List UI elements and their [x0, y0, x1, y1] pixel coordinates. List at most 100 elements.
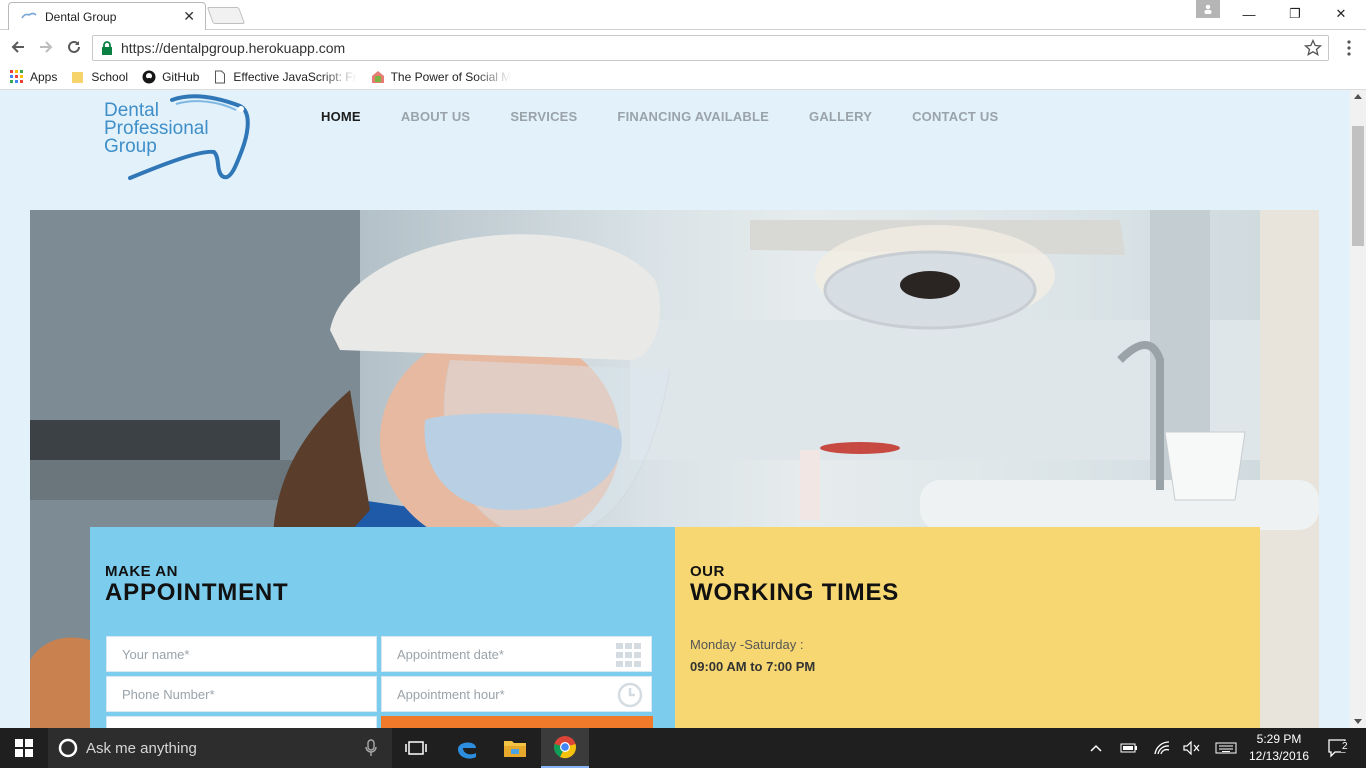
- web-page: Dental Professional Group HOME ABOUT US …: [0, 90, 1350, 728]
- restore-button[interactable]: ❐: [1272, 0, 1318, 28]
- bookmark-power-of-social[interactable]: The Power of Social M: [371, 69, 512, 84]
- file-explorer-taskbar-button[interactable]: [492, 728, 538, 768]
- chevron-up-icon: [1090, 744, 1102, 752]
- bookmark-label: Apps: [30, 69, 58, 84]
- windows-logo-icon: [15, 739, 33, 757]
- action-center-button[interactable]: 2: [1318, 728, 1358, 768]
- date-input[interactable]: [397, 646, 617, 662]
- lock-icon: [102, 41, 112, 55]
- bookmark-label: The Power of Social M: [390, 69, 512, 84]
- notification-count: 2: [1341, 741, 1349, 752]
- chrome-taskbar-button[interactable]: [541, 728, 589, 768]
- nav-services[interactable]: SERVICES: [510, 109, 577, 124]
- url-text: https://dentalpgroup.herokuapp.com: [121, 40, 346, 56]
- cortana-search-box[interactable]: Ask me anything: [48, 728, 392, 768]
- clock-date: 12/13/2016: [1248, 749, 1310, 763]
- search-placeholder: Ask me anything: [86, 739, 197, 757]
- start-button[interactable]: [0, 728, 48, 768]
- logo-line-3: Group: [104, 136, 157, 157]
- windows-taskbar: Ask me anything 5:29 PM 12/13/2016 2: [0, 728, 1366, 768]
- tab-title: Dental Group: [45, 9, 117, 24]
- tooth-favicon-icon: [21, 12, 37, 18]
- browser-tab[interactable]: Dental Group ✕: [8, 2, 206, 30]
- system-clock[interactable]: 5:29 PM 12/13/2016: [1244, 731, 1314, 765]
- reload-icon: [68, 40, 80, 53]
- phone-field[interactable]: [106, 676, 377, 712]
- hours-time: 09:00 AM to 7:00 PM: [690, 659, 816, 674]
- appointment-heading-large: APPOINTMENT: [105, 579, 289, 606]
- bookmark-star-icon[interactable]: [1304, 39, 1322, 57]
- working-times-panel: OUR WORKING TIMES Monday -Saturday : 09:…: [675, 527, 1260, 728]
- page-scrollbar[interactable]: [1350, 90, 1366, 728]
- logo-wordmark: Dental Professional Group: [104, 101, 209, 157]
- reload-button[interactable]: [63, 36, 85, 58]
- github-icon: [142, 70, 156, 83]
- close-window-button[interactable]: ✕: [1318, 0, 1364, 28]
- hours-days: Monday -Saturday :: [690, 637, 804, 652]
- bookmark-apps[interactable]: Apps: [10, 69, 58, 84]
- apps-grid-icon: [10, 69, 23, 83]
- task-view-button[interactable]: [396, 728, 436, 768]
- keyboard-tray-button[interactable]: [1212, 728, 1240, 768]
- volume-tray-button[interactable]: [1180, 728, 1204, 768]
- nav-home[interactable]: HOME: [321, 109, 361, 124]
- nav-gallery[interactable]: GALLERY: [809, 109, 872, 124]
- bookmark-school[interactable]: School: [71, 70, 128, 84]
- date-field[interactable]: [381, 636, 652, 672]
- site-logo[interactable]: Dental Professional Group: [104, 94, 254, 182]
- main-navigation: HOME ABOUT US SERVICES FINANCING AVAILAB…: [321, 109, 1038, 124]
- folder-icon: [72, 71, 84, 83]
- wifi-tray-button[interactable]: [1150, 728, 1174, 768]
- clock-icon[interactable]: [617, 682, 643, 708]
- tab-close-icon[interactable]: ✕: [183, 8, 195, 25]
- bookmark-label: Effective JavaScript: Fr: [233, 69, 357, 84]
- browser-menu-icon[interactable]: [1342, 38, 1356, 58]
- bookmarks-bar: Apps School GitHub Effective JavaScript:…: [0, 64, 1366, 90]
- social-icon: [371, 70, 384, 83]
- cortana-circle-icon: [58, 738, 78, 758]
- name-input[interactable]: [122, 646, 342, 662]
- profile-button[interactable]: [1196, 0, 1220, 18]
- hours-heading-small: OUR: [690, 563, 725, 580]
- chrome-icon: [554, 736, 576, 759]
- nav-financing-available[interactable]: FINANCING AVAILABLE: [617, 109, 769, 124]
- forward-button[interactable]: [35, 36, 57, 58]
- bookmark-effective-javascript[interactable]: Effective JavaScript: Fr: [213, 69, 357, 84]
- battery-icon: [1120, 743, 1137, 753]
- browser-titlebar: Dental Group ✕ — ❐ ✕: [0, 0, 1366, 30]
- message-field[interactable]: [106, 716, 377, 728]
- scroll-down-icon[interactable]: [1354, 719, 1362, 724]
- arrow-left-icon: [11, 41, 24, 53]
- scrollbar-thumb[interactable]: [1352, 126, 1364, 246]
- page-icon: [215, 70, 226, 83]
- arrow-right-icon: [40, 41, 53, 53]
- show-hidden-icons-button[interactable]: [1086, 728, 1106, 768]
- folder-icon: [504, 741, 526, 757]
- bookmark-github[interactable]: GitHub: [142, 70, 199, 84]
- scroll-up-icon[interactable]: [1354, 94, 1362, 99]
- phone-input[interactable]: [122, 686, 342, 702]
- hours-heading-large: WORKING TIMES: [690, 579, 900, 606]
- submit-appointment-button[interactable]: [381, 716, 653, 728]
- calendar-grid-icon[interactable]: [615, 642, 643, 668]
- address-bar[interactable]: https://dentalpgroup.herokuapp.com: [92, 35, 1329, 61]
- edge-taskbar-button[interactable]: [444, 728, 490, 768]
- volume-muted-icon: [1183, 741, 1200, 755]
- battery-tray-button[interactable]: [1118, 728, 1140, 768]
- wifi-icon: [1154, 741, 1170, 755]
- microphone-icon[interactable]: [364, 739, 378, 757]
- nav-about-us[interactable]: ABOUT US: [401, 109, 471, 124]
- hour-input[interactable]: [397, 686, 617, 702]
- nav-contact-us[interactable]: CONTACT US: [912, 109, 998, 124]
- name-field[interactable]: [106, 636, 377, 672]
- back-button[interactable]: [7, 36, 29, 58]
- appointment-panel: MAKE AN APPOINTMENT: [90, 527, 675, 728]
- clock-time: 5:29 PM: [1256, 732, 1302, 746]
- hour-field[interactable]: [381, 676, 652, 712]
- bookmark-label: School: [91, 69, 129, 84]
- new-tab-button[interactable]: [206, 7, 246, 24]
- keyboard-icon: [1215, 742, 1237, 754]
- task-view-icon: [405, 741, 427, 755]
- minimize-button[interactable]: —: [1226, 0, 1272, 28]
- edge-icon: [458, 742, 476, 759]
